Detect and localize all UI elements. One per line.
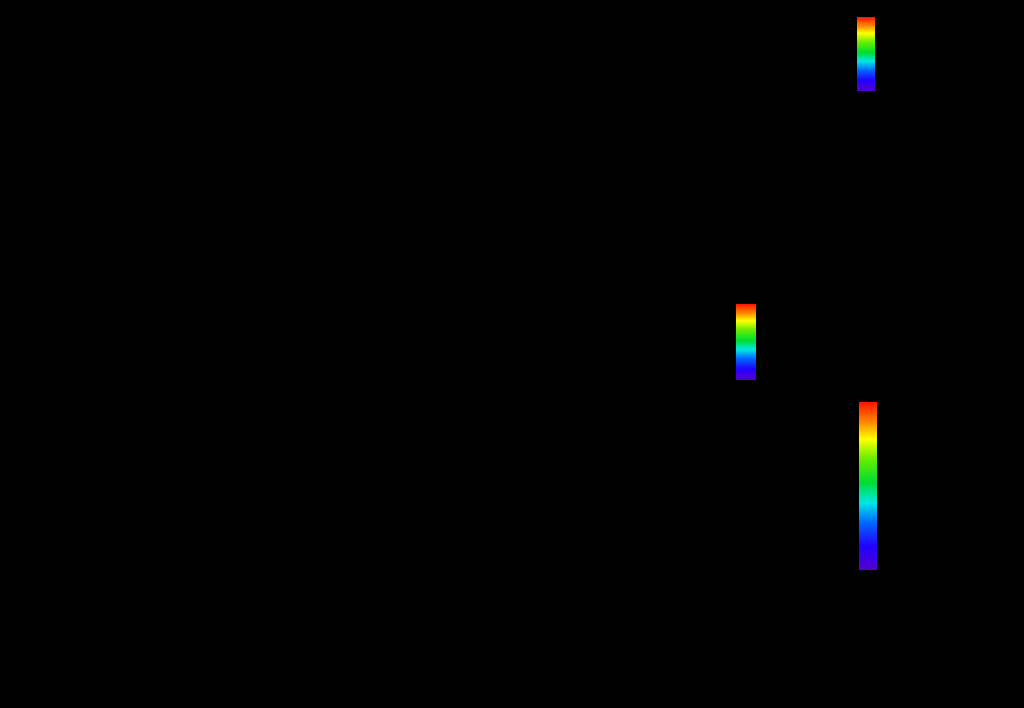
er-spectrogram-canvas	[140, 12, 705, 95]
tip-angle-axis-label	[30, 104, 94, 218]
energy-y-axis-label	[54, 412, 98, 574]
angle-lines-canvas	[140, 101, 705, 215]
mex-science-data-figure	[0, 0, 1024, 708]
flux-colorbar	[859, 402, 877, 570]
clock-angle-axis-label	[756, 104, 818, 218]
energy-right-axis-label	[798, 420, 858, 576]
def-colorbar	[857, 17, 875, 91]
er-y-axis-label	[60, 14, 92, 96]
azimuth-spectrogram-canvas	[135, 296, 705, 390]
azimuth-y-axis-label	[56, 300, 88, 390]
energy-spectrogram-canvas	[141, 398, 705, 580]
er-right-axis-label	[754, 8, 808, 98]
hz-colorbar	[736, 304, 756, 380]
